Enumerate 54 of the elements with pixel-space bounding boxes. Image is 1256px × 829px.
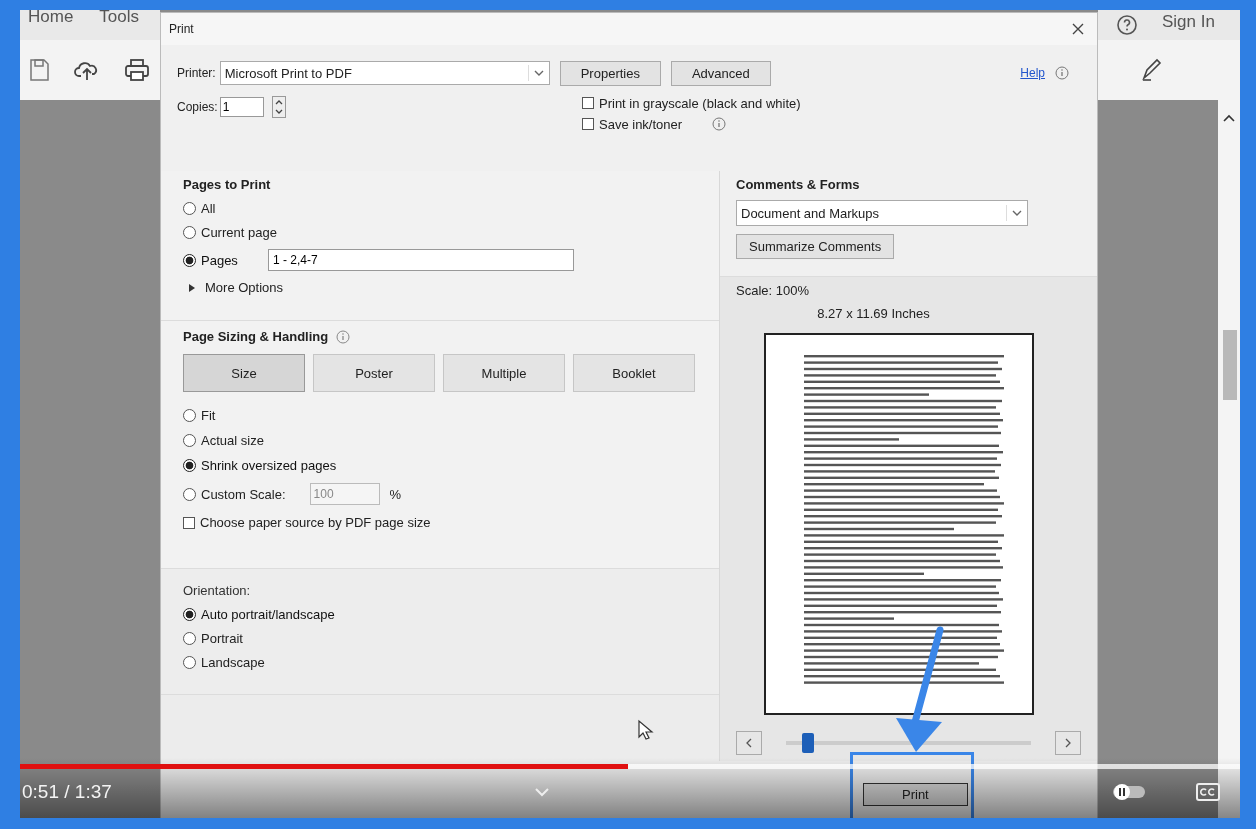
radio-button[interactable]: All xyxy=(183,201,216,217)
tab[interactable]: Multiple xyxy=(443,354,565,393)
checkbox[interactable]: Save ink/toner xyxy=(582,116,683,132)
pen-icon[interactable] xyxy=(1140,58,1162,82)
menu-item[interactable]: Tools xyxy=(99,10,140,27)
page-size-label: 8.27 x 11.69 Inches xyxy=(817,306,930,322)
window-title: Print xyxy=(169,21,194,36)
info-icon[interactable] xyxy=(712,117,727,132)
checkbox[interactable]: Choose paper source by PDF page size xyxy=(183,515,431,531)
tab[interactable]: Booklet xyxy=(573,354,695,393)
help-icon[interactable] xyxy=(1116,14,1138,36)
radio-button[interactable]: Portrait xyxy=(183,631,243,647)
captions-icon[interactable] xyxy=(1196,783,1220,801)
autoplay-toggle-icon[interactable] xyxy=(1112,783,1146,801)
field-label: Copies: xyxy=(177,99,218,114)
radio-button[interactable]: Current page xyxy=(183,225,277,241)
video-progress-bar[interactable] xyxy=(20,764,1240,769)
checkbox[interactable]: Print in grayscale (black and white) xyxy=(582,95,801,111)
mouse-pointer-icon[interactable] xyxy=(637,719,655,741)
unit-label: % xyxy=(389,486,402,502)
printer-dropdown[interactable]: Microsoft Print to PDF xyxy=(219,61,550,86)
print-button[interactable]: Print xyxy=(863,783,968,807)
printer-icon[interactable] xyxy=(124,58,150,82)
section-heading: Orientation: xyxy=(183,583,252,599)
section-heading: Comments & Forms xyxy=(736,177,861,193)
radio-button[interactable]: Pages xyxy=(183,252,238,268)
scale-label: Scale: 100% xyxy=(736,283,809,299)
more-options-toggle[interactable]: More Options xyxy=(183,280,697,296)
pages-field[interactable]: 1 - 2,4-7 xyxy=(267,249,574,272)
info-icon[interactable] xyxy=(1055,66,1069,81)
copies-field[interactable]: 1 xyxy=(219,96,264,117)
radio-button[interactable]: Custom Scale: xyxy=(183,486,286,502)
spinner-icon[interactable] xyxy=(271,95,286,118)
close-icon[interactable] xyxy=(1071,21,1085,36)
radio-button[interactable]: Shrink oversized pages xyxy=(183,458,337,474)
comments-dropdown[interactable]: Document and Markups xyxy=(736,200,1028,227)
radio-button[interactable]: Landscape xyxy=(183,655,265,671)
scroll-up-icon[interactable] xyxy=(1223,114,1235,122)
dialog-button[interactable]: Advanced xyxy=(670,60,771,86)
video-time: 0:51 / 1:37 xyxy=(22,781,112,803)
summarize-button[interactable]: Summarize Comments xyxy=(736,234,895,260)
menu-item[interactable]: Home xyxy=(28,10,74,27)
radio-button[interactable]: Actual size xyxy=(183,433,264,449)
tab[interactable]: Size xyxy=(183,354,305,393)
help-link[interactable]: Help xyxy=(1020,66,1045,81)
radio-button[interactable]: Fit xyxy=(183,408,216,424)
section-heading: Pages to Print xyxy=(183,177,272,193)
field-label: Printer: xyxy=(177,66,216,81)
save-icon[interactable] xyxy=(28,58,50,82)
section-heading: Page Sizing & Handling xyxy=(183,329,329,345)
radio-button[interactable]: Auto portrait/landscape xyxy=(183,607,335,623)
tab[interactable]: Poster xyxy=(313,354,435,393)
dialog-button[interactable]: Properties xyxy=(559,60,661,86)
scrollbar[interactable] xyxy=(1218,100,1240,818)
